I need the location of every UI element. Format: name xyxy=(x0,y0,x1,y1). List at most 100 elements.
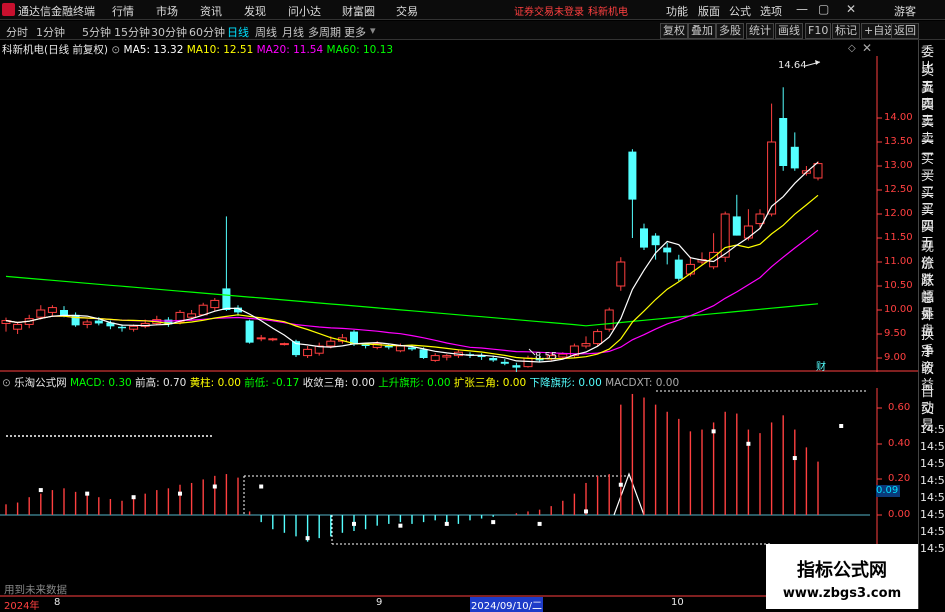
candle-body[interactable] xyxy=(13,323,23,330)
candle-body[interactable] xyxy=(210,299,220,309)
menu-ask[interactable]: 问小达 xyxy=(288,3,321,19)
menu-quote[interactable]: 行情 xyxy=(112,3,134,19)
candle-body[interactable] xyxy=(616,261,626,287)
candle-body[interactable] xyxy=(361,344,370,346)
f10-button[interactable]: F10 xyxy=(805,23,832,39)
candle-body[interactable] xyxy=(640,228,648,248)
period-more[interactable]: 更多 xyxy=(344,24,366,40)
back-button[interactable]: 返回 xyxy=(891,23,919,39)
candle-body[interactable] xyxy=(326,340,336,347)
candle-body[interactable] xyxy=(187,313,197,318)
macd-y-label: 0.00 xyxy=(888,509,911,520)
menu-wealth[interactable]: 财富圈 xyxy=(342,3,375,19)
candle-body[interactable] xyxy=(558,353,568,358)
candle-body[interactable] xyxy=(118,326,126,329)
period-weekly[interactable]: 周线 xyxy=(255,24,277,40)
candle-body[interactable] xyxy=(82,321,92,325)
menu-function[interactable]: 功能 xyxy=(666,3,688,19)
candle-body[interactable] xyxy=(245,320,254,343)
indicator-settings-icon[interactable]: ⊙ xyxy=(111,44,120,56)
mark-button[interactable]: 标记 xyxy=(832,23,860,39)
period-monthly[interactable]: 月线 xyxy=(282,24,304,40)
ma10-value: MA10: 12.51 xyxy=(186,44,254,56)
period-60min[interactable]: 60分钟 xyxy=(189,24,225,40)
candle-body[interactable] xyxy=(581,343,591,347)
kline-chart[interactable] xyxy=(0,56,918,372)
user-guest[interactable]: 游客 xyxy=(894,3,916,19)
close-chart-icon[interactable]: ✕ xyxy=(862,41,872,55)
menu-discover[interactable]: 发现 xyxy=(244,3,266,19)
period-multi[interactable]: 多周期 xyxy=(308,24,341,40)
macd-y-label: 0.20 xyxy=(888,473,911,484)
macd-y-label: 0.40 xyxy=(888,438,911,449)
candle-body[interactable] xyxy=(256,337,266,340)
candle-body[interactable] xyxy=(408,347,416,350)
candle-body[interactable] xyxy=(222,288,231,310)
restore-icon[interactable]: ▢ xyxy=(818,2,829,16)
login-warning[interactable]: 证券交易未登录 xyxy=(514,3,584,18)
candle-body[interactable] xyxy=(47,307,57,313)
candle-body[interactable] xyxy=(628,151,637,200)
candle-body[interactable] xyxy=(790,146,799,169)
finance-event-marker[interactable]: 财 xyxy=(816,358,826,373)
menu-layout[interactable]: 版面 xyxy=(698,3,720,19)
candle-body[interactable] xyxy=(36,309,46,318)
candle-body[interactable] xyxy=(303,348,313,357)
candle-body[interactable] xyxy=(604,309,614,330)
overlay-button[interactable]: 叠加 xyxy=(688,23,716,39)
menu-options[interactable]: 选项 xyxy=(760,3,782,19)
candle-body[interactable] xyxy=(279,343,289,346)
period-15min[interactable]: 15分钟 xyxy=(114,24,150,40)
candle-body[interactable] xyxy=(268,338,278,341)
side-time: 14:56 xyxy=(920,525,945,538)
fuquan-button[interactable]: 复权 xyxy=(660,23,688,39)
date-month-10: 10 xyxy=(671,597,684,608)
more-chevron-icon[interactable]: ▾ xyxy=(370,24,376,37)
period-30min[interactable]: 30分钟 xyxy=(151,24,187,40)
candle-body[interactable] xyxy=(663,247,672,253)
candle-body[interactable] xyxy=(767,141,777,215)
minimize-icon[interactable]: — xyxy=(796,2,808,16)
statistics-button[interactable]: 统计 xyxy=(746,23,774,39)
candle-body[interactable] xyxy=(442,355,452,358)
period-5min[interactable]: 5分钟 xyxy=(82,24,111,40)
kline-info-line: 科新机电(日线 前复权) ⊙ MA5: 13.32 MA10: 12.51 MA… xyxy=(2,42,393,56)
candle-body[interactable] xyxy=(384,346,393,348)
period-1min[interactable]: 1分钟 xyxy=(36,24,65,40)
title-bar: 通达信金融终端 行情 市场 资讯 发现 问小达 财富圈 交易 证券交易未登录 科… xyxy=(0,0,945,20)
candle-body[interactable] xyxy=(198,304,208,316)
close-icon[interactable]: ✕ xyxy=(846,2,856,16)
period-daily[interactable]: 日线 xyxy=(227,24,249,40)
candle-body[interactable] xyxy=(732,216,741,236)
candle-body[interactable] xyxy=(743,225,753,239)
candle-body[interactable] xyxy=(720,213,730,258)
candle-body[interactable] xyxy=(500,361,509,364)
candle-body[interactable] xyxy=(685,263,695,275)
candle-body[interactable] xyxy=(489,358,498,361)
menu-news[interactable]: 资讯 xyxy=(200,3,222,19)
selected-date[interactable]: 2024/09/10/二 xyxy=(470,597,544,612)
candle-body[interactable] xyxy=(71,314,80,326)
candle-body[interactable] xyxy=(94,320,103,324)
candle-body[interactable] xyxy=(779,118,788,166)
period-intraday[interactable]: 分时 xyxy=(6,24,28,40)
menu-formula[interactable]: 公式 xyxy=(729,3,751,19)
multi-stock-button[interactable]: 多股 xyxy=(716,23,744,39)
draw-line-button[interactable]: 画线 xyxy=(775,23,803,39)
candle-body[interactable] xyxy=(674,259,683,279)
app-title: 通达信金融终端 xyxy=(18,5,95,18)
candle-body[interactable] xyxy=(651,235,660,246)
candle-body[interactable] xyxy=(395,345,405,352)
candle-body[interactable] xyxy=(512,365,521,368)
candle-body[interactable] xyxy=(523,357,533,368)
menu-market[interactable]: 市场 xyxy=(156,3,178,19)
menu-trade[interactable]: 交易 xyxy=(396,3,418,19)
app-logo-icon xyxy=(2,3,15,16)
period-toolbar: 分时 1分钟 5分钟 15分钟 30分钟 60分钟 日线 周线 月线 多周期 更… xyxy=(0,21,945,40)
diamond-icon[interactable]: ◇ xyxy=(848,43,856,54)
candle-body[interactable] xyxy=(430,355,440,361)
candle-body[interactable] xyxy=(419,349,428,358)
candle-body[interactable] xyxy=(813,163,823,179)
candle-body[interactable] xyxy=(593,331,603,345)
candle-body[interactable] xyxy=(129,325,139,330)
